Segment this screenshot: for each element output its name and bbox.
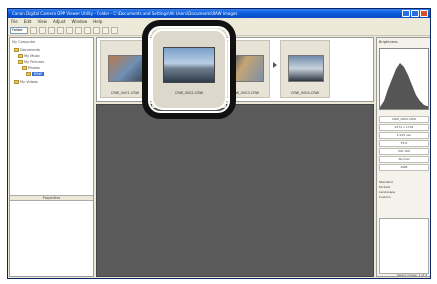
folder-icon (22, 66, 27, 70)
status-bar (8, 278, 430, 279)
info-size: 2272 x 1704 (379, 124, 429, 131)
zoom-icon[interactable] (57, 27, 64, 34)
tree-item-pictures[interactable]: My Pictures (18, 60, 44, 64)
menu-adjust[interactable]: Adjust (53, 18, 66, 26)
tree-item-photos[interactable]: Photos (22, 66, 40, 70)
info-pane: Brightness CRW_0002.CRW 2272 x 1704 1/12… (376, 37, 430, 277)
thumbnail-image (288, 55, 324, 82)
folder-select[interactable]: Folder (10, 27, 28, 34)
style-option[interactable]: Custom (379, 195, 429, 200)
list-view-icon[interactable] (48, 27, 55, 34)
info-style: Normal (379, 156, 429, 163)
arrow-right-icon (273, 62, 277, 68)
folder-icon (14, 48, 19, 52)
notes-box (379, 218, 429, 274)
folder-icon (18, 54, 23, 58)
delete-icon[interactable] (93, 27, 100, 34)
info-wb: AWB (379, 164, 429, 171)
tree-item-raw[interactable]: RAW (26, 72, 44, 76)
status-text: Select image: 1 of 4 (396, 273, 427, 277)
menu-edit[interactable]: Edit (24, 18, 32, 26)
check-icon[interactable] (84, 27, 91, 34)
folder-icon (14, 80, 19, 84)
window-title: Canon Digital Camera DPP Viewer Utility … (12, 11, 238, 16)
preview-area[interactable] (96, 104, 374, 277)
print-icon[interactable] (102, 27, 109, 34)
info-iso: ISO 100 (379, 148, 429, 155)
open-icon[interactable] (30, 27, 37, 34)
tree-header: My Computer (12, 40, 36, 44)
histogram-title: Brightness (379, 40, 398, 44)
histogram (379, 48, 429, 110)
tree-item-videos[interactable]: My Videos (14, 80, 38, 84)
thumbnail-caption: CRW_0004.CRW (290, 91, 320, 95)
grid-view-icon[interactable] (39, 27, 46, 34)
menu-help[interactable]: Help (93, 18, 102, 26)
folder-icon (26, 72, 31, 76)
histogram-graph (380, 63, 428, 109)
thumbnail-item[interactable]: CRW_0004.CRW (280, 40, 330, 98)
edit-icon[interactable] (111, 27, 118, 34)
folder-icon (18, 60, 23, 64)
tree-item-documents[interactable]: Documents (14, 48, 40, 52)
info-shutter: 1/125 sec (379, 132, 429, 139)
thumbnail-image (108, 55, 144, 82)
folder-tree-pane: My Computer Documents My Music My Pictur… (9, 37, 94, 277)
menu-window[interactable]: Window (71, 18, 87, 26)
tree-item-music[interactable]: My Music (18, 54, 40, 58)
rotate-right-icon[interactable] (75, 27, 82, 34)
title-bar: Canon Digital Camera DPP Viewer Utility … (8, 9, 430, 18)
image-info: CRW_0002.CRW 2272 x 1704 1/125 sec F5.6 … (379, 116, 429, 172)
info-filename: CRW_0002.CRW (379, 116, 429, 123)
menu-file[interactable]: File (11, 18, 18, 26)
info-aperture: F5.6 (379, 140, 429, 147)
rotate-left-icon[interactable] (66, 27, 73, 34)
style-list: Standard Portrait Landscape Custom (379, 180, 429, 200)
menu-view[interactable]: View (37, 18, 47, 26)
properties-bar[interactable]: Properties (10, 195, 93, 201)
highlight-callout (142, 20, 236, 119)
close-icon[interactable] (420, 10, 428, 17)
maximize-icon[interactable] (411, 10, 419, 17)
minimize-icon[interactable] (402, 10, 410, 17)
